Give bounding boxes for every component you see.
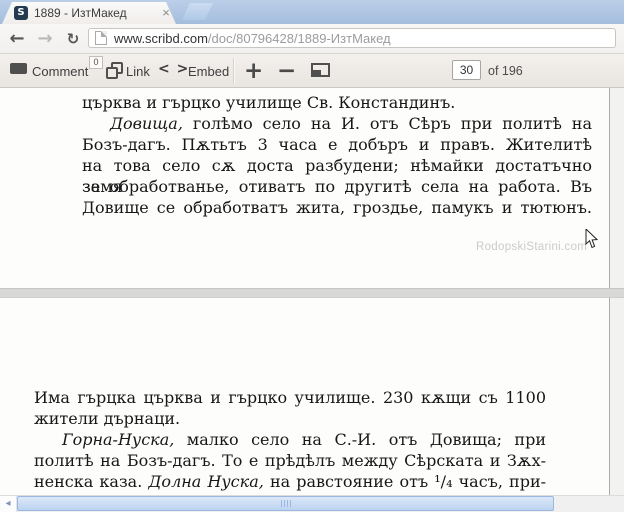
tab-title: 1889 - ИзтМакед — [34, 2, 127, 24]
comment-bubble-icon[interactable] — [10, 63, 27, 74]
tab-strip: S 1889 - ИзтМакед × — [0, 0, 624, 24]
scrollbar-thumb[interactable] — [17, 496, 554, 511]
scroll-left-arrow-icon[interactable]: ◂ — [0, 496, 17, 512]
embed-code-icon[interactable]: < > — [158, 61, 189, 77]
document-page-2: Има гърцка църква и гърцко училище. 230 … — [0, 298, 610, 495]
scribd-toolbar: Comment 0 Link < > Embed + − of 196 — [0, 54, 624, 88]
address-bar[interactable]: www.scribd.com/doc/80796428/1889-ИзтМаке… — [88, 28, 616, 48]
horizontal-scrollbar[interactable]: ◂ — [0, 495, 624, 512]
zoom-in-button[interactable]: + — [244, 55, 263, 87]
document-text-line: Довище се обработватъ жита, гроздье, пам… — [82, 197, 592, 218]
link-button[interactable]: Link — [126, 64, 150, 79]
document-page-1: църква и гърцко училище Св. Констандинъ.… — [0, 88, 610, 288]
document-text-line: Довища, голѣмо село на И. отъ Сѣръ при п… — [82, 113, 592, 134]
url-path: /doc/80796428/1889-ИзтМакед — [208, 31, 391, 46]
new-tab-button[interactable] — [182, 3, 213, 20]
page-number-input[interactable] — [452, 60, 481, 80]
page-icon — [95, 31, 107, 45]
navigation-bar: ← → ↻ www.scribd.com/doc/80796428/1889-И… — [0, 24, 624, 54]
forward-button: → — [34, 24, 56, 54]
back-button[interactable]: ← — [6, 24, 28, 54]
comment-button[interactable]: Comment — [32, 64, 88, 79]
document-text-line: Бозъ-дагъ. Пѫтьтъ 3 часа е добъръ и прав… — [82, 134, 592, 155]
scribd-favicon-icon: S — [14, 6, 28, 20]
reload-button[interactable]: ↻ — [62, 24, 84, 54]
document-text-line: на това село сѫ доста разбудени; нѣмайки… — [82, 155, 592, 176]
page2-text: Има гърцка църква и гърцко училище. 230 … — [34, 387, 546, 512]
toolbar-divider — [233, 58, 234, 84]
tab-close-icon[interactable]: × — [158, 2, 174, 24]
embed-button[interactable]: Embed — [188, 64, 229, 79]
comment-count-badge: 0 — [89, 56, 103, 69]
watermark: RodopskiStarini.com — [476, 241, 587, 253]
document-text-line: ненска каза. Долна Нуска, на равстояние … — [34, 471, 546, 492]
browser-window: S 1889 - ИзтМакед × ← → ↻ www.scribd.com… — [0, 0, 624, 512]
document-text-line: църква и гърцко училище Св. Констандинъ. — [82, 92, 592, 113]
browser-tab[interactable]: S 1889 - ИзтМакед × — [2, 2, 176, 24]
page1-text: църква и гърцко училище Св. Констандинъ.… — [82, 92, 592, 218]
link-icon[interactable] — [106, 62, 121, 77]
fullscreen-icon[interactable] — [311, 63, 330, 77]
page-gap — [0, 288, 624, 298]
document-text-line: жители дърнаци. — [34, 408, 546, 429]
page-total-label: of 196 — [488, 64, 523, 78]
document-text-line: политѣ на Бозъ-дагъ. То е прѣдѣлъ между … — [34, 450, 546, 471]
document-text-line: Горна-Нуска, малко село на С.-И. отъ Дов… — [34, 429, 546, 450]
url-domain: www.scribd.com — [114, 31, 208, 46]
document-text-line: Има гърцка църква и гърцко училище. 230 … — [34, 387, 546, 408]
document-text-line: за обработванье, отиватъ по другитѣ села… — [82, 176, 592, 197]
mouse-cursor-icon — [585, 229, 599, 249]
document-viewport: църква и гърцко училище Св. Констандинъ.… — [0, 88, 624, 495]
zoom-out-button[interactable]: − — [277, 55, 296, 87]
